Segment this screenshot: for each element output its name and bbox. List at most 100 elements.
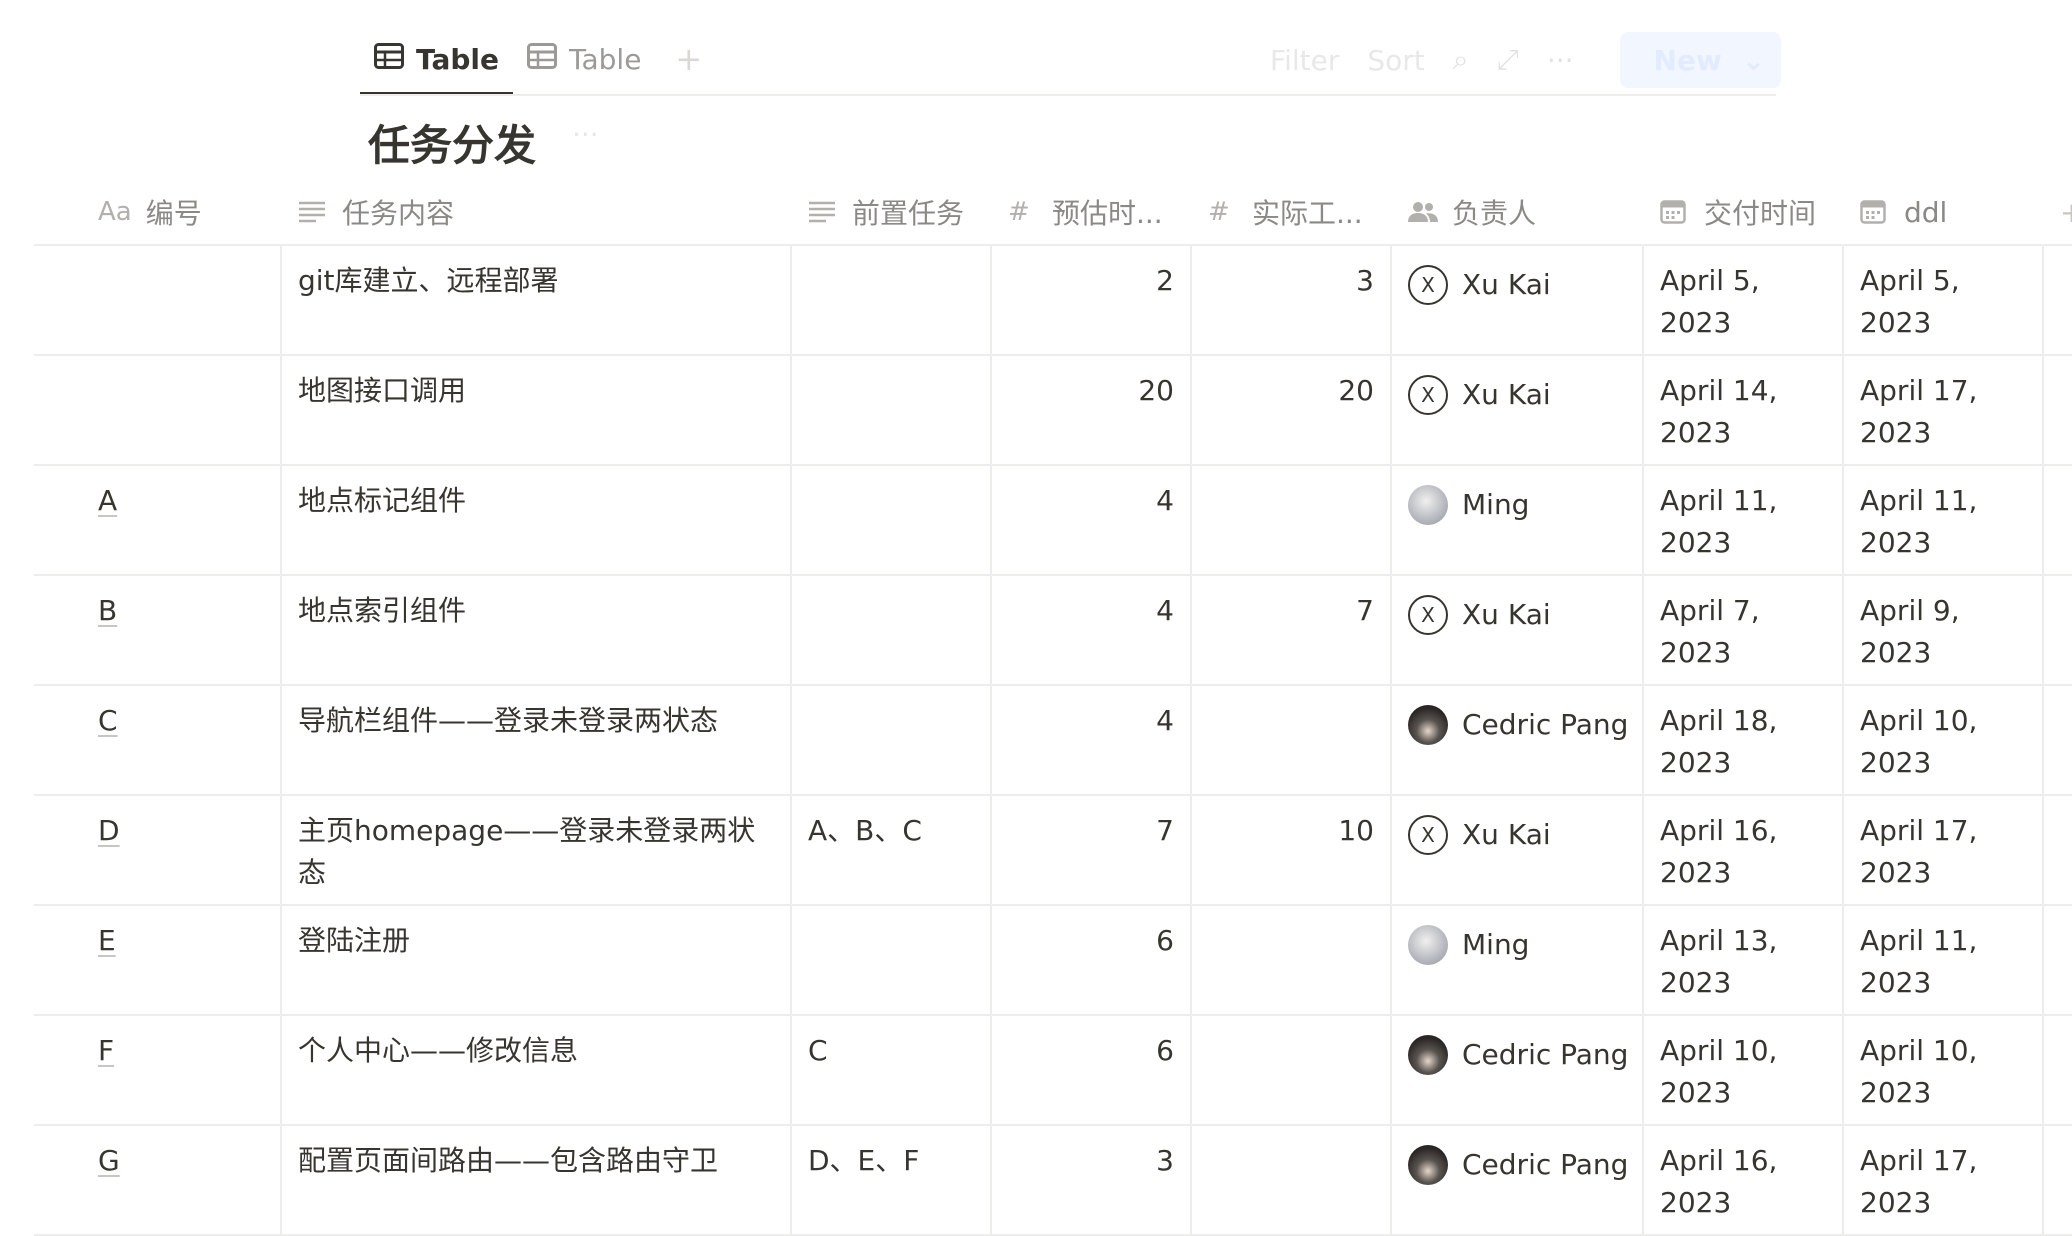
cell-deliver-date[interactable]: April 11, 2023 <box>1644 466 1844 574</box>
cell-owner[interactable]: X Xu Kai <box>1392 796 1644 904</box>
cell-code[interactable]: D <box>34 796 282 904</box>
cell-ddl[interactable]: April 17, 2023 <box>1844 796 2044 904</box>
cell-task[interactable]: git库建立、远程部署 <box>282 246 792 354</box>
cell-estimate[interactable]: 3 <box>992 1126 1192 1234</box>
cell-prereq[interactable] <box>792 576 992 684</box>
cell-estimate[interactable]: 4 <box>992 466 1192 574</box>
cell-owner[interactable]: X Xu Kai <box>1392 246 1644 354</box>
cell-deliver-date[interactable]: April 5, 2023 <box>1644 246 1844 354</box>
column-header-code[interactable]: Aa 编号 <box>34 180 282 244</box>
cell-task[interactable]: 地点标记组件 <box>282 466 792 574</box>
search-icon[interactable]: ⌕ <box>1453 43 1469 77</box>
cell-deliver-date[interactable]: April 18, 2023 <box>1644 686 1844 794</box>
column-header-ddl[interactable]: ddl <box>1844 180 2044 244</box>
cell-task[interactable]: 登陆注册 <box>282 906 792 1014</box>
cell-code[interactable]: E <box>34 906 282 1014</box>
cell-task[interactable]: 配置页面间路由——包含路由守卫 <box>282 1126 792 1234</box>
cell-owner[interactable]: Cedric Pang <box>1392 1126 1644 1234</box>
cell-code[interactable] <box>34 356 282 464</box>
cell-owner[interactable]: Ming <box>1392 906 1644 1014</box>
cell-actual[interactable] <box>1192 1016 1392 1124</box>
table-row[interactable]: B 地点索引组件 4 7 X Xu Kai April 7, 2023 Apri… <box>34 576 2072 686</box>
cell-prereq[interactable] <box>792 906 992 1014</box>
table-row[interactable]: E 登陆注册 6 Ming April 13, 2023 April 11, 2… <box>34 906 2072 1016</box>
cell-estimate[interactable]: 20 <box>992 356 1192 464</box>
cell-estimate[interactable]: 6 <box>992 906 1192 1014</box>
cell-code[interactable]: C <box>34 686 282 794</box>
cell-deliver-date[interactable]: April 13, 2023 <box>1644 906 1844 1014</box>
table-row[interactable]: G 配置页面间路由——包含路由守卫 D、E、F 3 Cedric Pang Ap… <box>34 1126 2072 1236</box>
cell-deliver-date[interactable]: April 14, 2023 <box>1644 356 1844 464</box>
cell-task[interactable]: 主页homepage——登录未登录两状态 <box>282 796 792 904</box>
cell-prereq[interactable]: C <box>792 1016 992 1124</box>
cell-actual[interactable] <box>1192 906 1392 1014</box>
new-button[interactable]: New ⌄ <box>1619 32 1782 88</box>
cell-actual[interactable]: 20 <box>1192 356 1392 464</box>
cell-prereq[interactable]: A、B、C <box>792 796 992 904</box>
cell-actual[interactable]: 7 <box>1192 576 1392 684</box>
more-icon[interactable]: ··· <box>572 118 599 151</box>
chevron-down-icon[interactable]: ⌄ <box>1742 44 1765 77</box>
cell-code[interactable]: F <box>34 1016 282 1124</box>
sort-button[interactable]: Sort <box>1367 44 1424 77</box>
cell-estimate[interactable]: 4 <box>992 576 1192 684</box>
more-icon[interactable]: ··· <box>1547 44 1574 77</box>
column-header-task[interactable]: 任务内容 <box>282 180 792 244</box>
cell-prereq[interactable] <box>792 686 992 794</box>
add-column-icon[interactable]: + <box>2044 180 2072 244</box>
table-row[interactable]: F 个人中心——修改信息 C 6 Cedric Pang April 10, 2… <box>34 1016 2072 1126</box>
cell-ddl[interactable]: April 11, 2023 <box>1844 466 2044 574</box>
cell-task[interactable]: 导航栏组件——登录未登录两状态 <box>282 686 792 794</box>
column-header-estimate[interactable]: # 预估时... <box>992 180 1192 244</box>
column-header-deliver[interactable]: 交付时间 <box>1644 180 1844 244</box>
cell-task[interactable]: 个人中心——修改信息 <box>282 1016 792 1124</box>
cell-task[interactable]: 地图接口调用 <box>282 356 792 464</box>
table-row[interactable]: C 导航栏组件——登录未登录两状态 4 Cedric Pang April 18… <box>34 686 2072 796</box>
cell-task[interactable]: 地点索引组件 <box>282 576 792 684</box>
cell-actual[interactable] <box>1192 1126 1392 1234</box>
tab-table-1[interactable]: Table <box>360 43 514 96</box>
column-header-prereq[interactable]: 前置任务 <box>792 180 992 244</box>
cell-ddl[interactable]: April 5, 2023 <box>1844 246 2044 354</box>
table-row[interactable]: 地图接口调用 20 20 X Xu Kai April 14, 2023 Apr… <box>34 356 2072 466</box>
cell-code[interactable]: B <box>34 576 282 684</box>
cell-ddl[interactable]: April 11, 2023 <box>1844 906 2044 1014</box>
expand-icon[interactable]: ⤢ <box>1496 43 1518 77</box>
tab-table-2[interactable]: Table <box>513 43 655 94</box>
cell-actual[interactable] <box>1192 466 1392 574</box>
filter-button[interactable]: Filter <box>1270 44 1339 77</box>
cell-ddl[interactable]: April 9, 2023 <box>1844 576 2044 684</box>
cell-deliver-date[interactable]: April 7, 2023 <box>1644 576 1844 684</box>
cell-estimate[interactable]: 4 <box>992 686 1192 794</box>
cell-code[interactable]: G <box>34 1126 282 1234</box>
cell-estimate[interactable]: 7 <box>992 796 1192 904</box>
cell-ddl[interactable]: April 17, 2023 <box>1844 1126 2044 1234</box>
cell-prereq[interactable] <box>792 356 992 464</box>
cell-ddl[interactable]: April 10, 2023 <box>1844 686 2044 794</box>
cell-owner[interactable]: Ming <box>1392 466 1644 574</box>
cell-owner[interactable]: Cedric Pang <box>1392 1016 1644 1124</box>
add-view-icon[interactable]: + <box>655 40 710 94</box>
cell-prereq[interactable]: D、E、F <box>792 1126 992 1234</box>
cell-owner[interactable]: X Xu Kai <box>1392 356 1644 464</box>
cell-actual[interactable]: 3 <box>1192 246 1392 354</box>
table-row[interactable]: D 主页homepage——登录未登录两状态 A、B、C 7 10 X Xu K… <box>34 796 2072 906</box>
cell-owner[interactable]: Cedric Pang <box>1392 686 1644 794</box>
cell-deliver-date[interactable]: April 10, 2023 <box>1644 1016 1844 1124</box>
cell-estimate[interactable]: 6 <box>992 1016 1192 1124</box>
cell-estimate[interactable]: 2 <box>992 246 1192 354</box>
table-row[interactable]: A 地点标记组件 4 Ming April 11, 2023 April 11,… <box>34 466 2072 576</box>
cell-owner[interactable]: X Xu Kai <box>1392 576 1644 684</box>
cell-code[interactable] <box>34 246 282 354</box>
column-header-actual[interactable]: # 实际工... <box>1192 180 1392 244</box>
cell-actual[interactable] <box>1192 686 1392 794</box>
cell-prereq[interactable] <box>792 246 992 354</box>
column-header-owner[interactable]: 负责人 <box>1392 180 1644 244</box>
cell-deliver-date[interactable]: April 16, 2023 <box>1644 796 1844 904</box>
cell-ddl[interactable]: April 10, 2023 <box>1844 1016 2044 1124</box>
table-row[interactable]: git库建立、远程部署 2 3 X Xu Kai April 5, 2023 A… <box>34 246 2072 356</box>
cell-code[interactable]: A <box>34 466 282 574</box>
cell-ddl[interactable]: April 17, 2023 <box>1844 356 2044 464</box>
cell-prereq[interactable] <box>792 466 992 574</box>
cell-actual[interactable]: 10 <box>1192 796 1392 904</box>
